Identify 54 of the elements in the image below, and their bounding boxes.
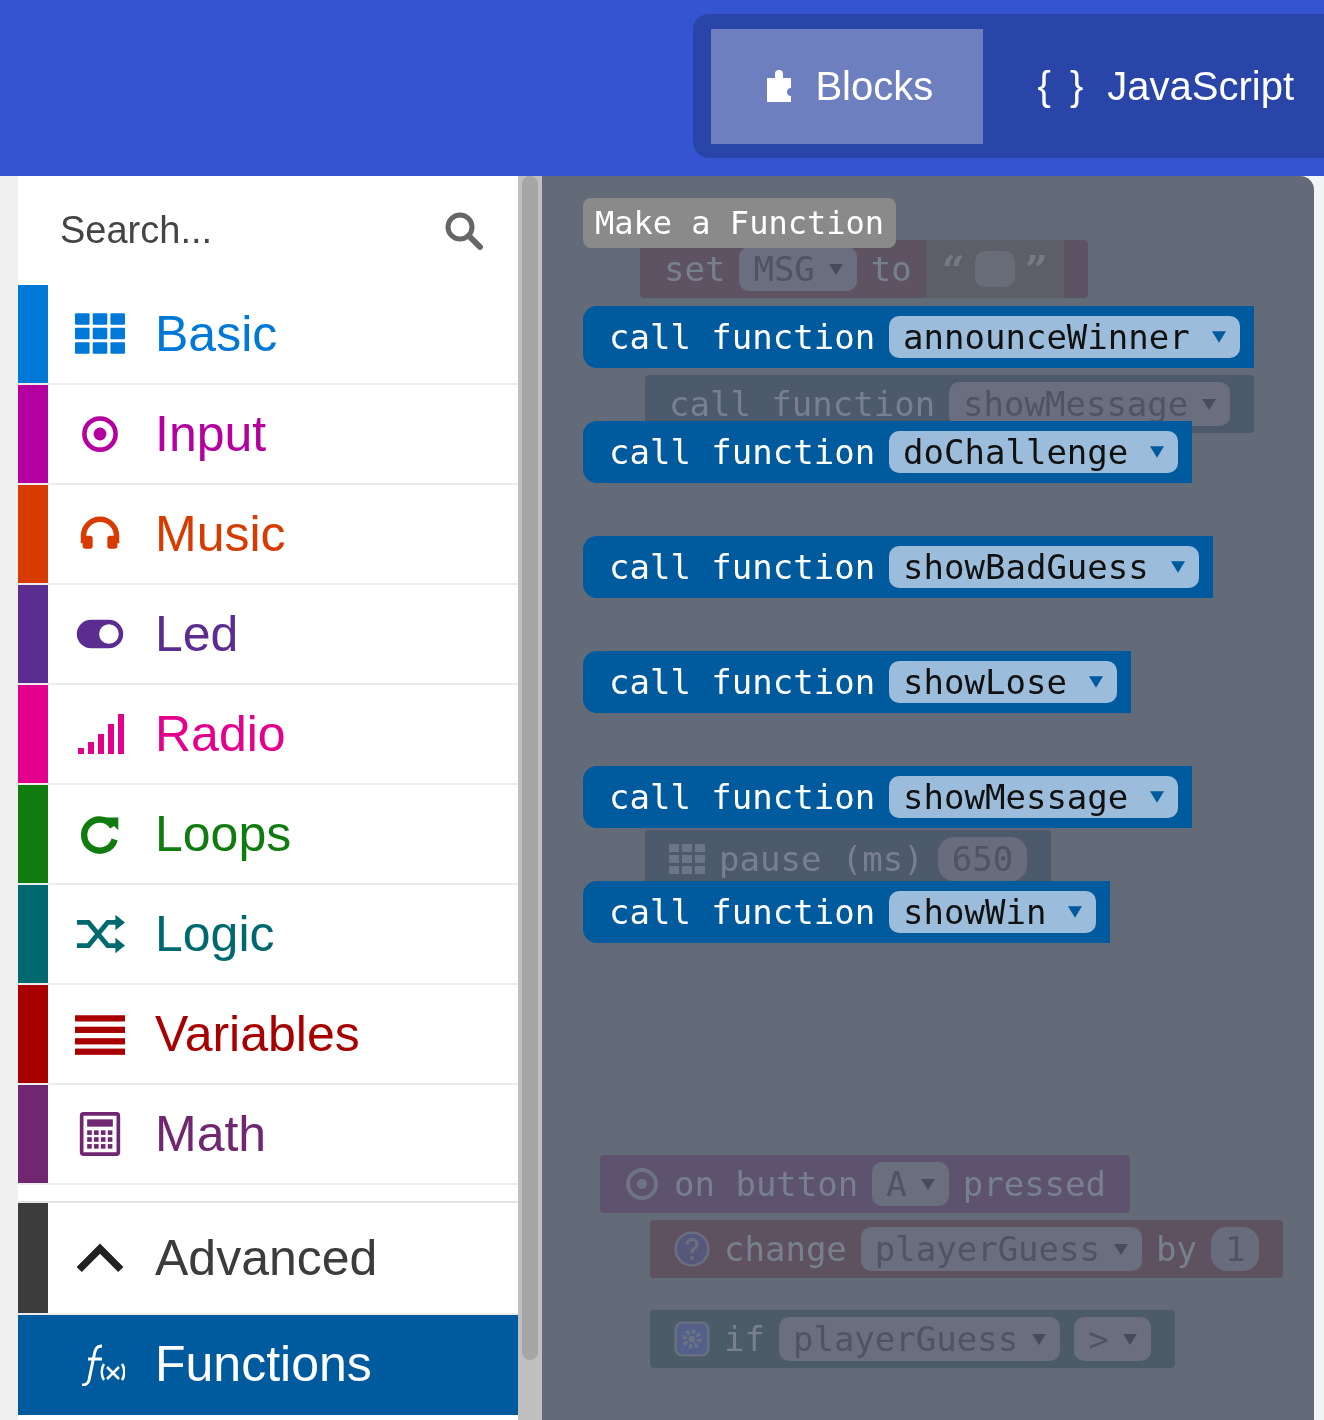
caret-icon <box>1202 398 1217 410</box>
caret-icon <box>1032 1333 1047 1345</box>
function-dropdown[interactable]: showWin <box>889 891 1097 933</box>
function-dropdown[interactable]: showMessage <box>889 776 1179 818</box>
function-dropdown[interactable]: doChallenge <box>889 431 1179 473</box>
question-mark-icon <box>674 1231 710 1267</box>
call-function-block[interactable]: call function showLose <box>583 651 1131 713</box>
category-item[interactable]: Variables <box>18 985 518 1085</box>
text-literal: “ ” <box>925 240 1064 298</box>
function-dropdown[interactable]: showBadGuess <box>889 546 1199 588</box>
category-item[interactable]: Basic <box>18 285 518 385</box>
list-lines-icon <box>75 1012 125 1056</box>
grid-icon <box>75 312 125 356</box>
category-item[interactable]: Radio <box>18 685 518 785</box>
caret-icon <box>1114 1243 1128 1255</box>
category-item[interactable]: Math <box>18 1085 518 1185</box>
search-field[interactable]: Search... <box>58 208 444 253</box>
block-label: call function <box>609 432 876 472</box>
editor-tab[interactable]: Blocks <box>711 28 984 144</box>
call-function-block[interactable]: call function showMessage <box>583 766 1193 828</box>
block-label: call function <box>609 547 876 587</box>
call-function-block[interactable]: call function announceWinner <box>583 306 1254 368</box>
category-item[interactable]: Led <box>18 585 518 685</box>
signal-icon <box>75 712 125 756</box>
category-item[interactable]: Loops <box>18 785 518 885</box>
target-icon <box>624 1166 660 1202</box>
caret-icon <box>828 263 843 275</box>
category-item[interactable]: Logic <box>18 885 518 985</box>
editor-tab[interactable]: { } JavaScript <box>983 28 1324 144</box>
caret-icon <box>1088 676 1103 688</box>
call-function-block[interactable]: call function showWin <box>583 881 1111 943</box>
caret-icon <box>1150 446 1165 458</box>
caret-icon <box>1150 791 1165 803</box>
caret-icon <box>1211 331 1226 343</box>
caret-icon <box>1122 1333 1137 1345</box>
call-function-block[interactable]: call function doChallenge <box>583 421 1193 483</box>
shuffle-icon <box>75 912 125 956</box>
category-item[interactable]: Input <box>18 385 518 485</box>
search-icon[interactable] <box>444 210 484 251</box>
gear-icon <box>674 1321 710 1357</box>
caret-icon <box>1170 561 1185 573</box>
block-label: call function <box>609 892 876 932</box>
category-item[interactable]: Music <box>18 485 518 585</box>
category-item[interactable]: Functions <box>18 1315 518 1415</box>
scrollbar-thumb[interactable] <box>522 176 538 1360</box>
function-dropdown[interactable]: showLose <box>889 661 1117 703</box>
call-function-block[interactable]: call function showBadGuess <box>583 536 1213 598</box>
caret-icon <box>920 1178 935 1190</box>
grid-icon <box>669 841 705 877</box>
block-label: call function <box>609 662 876 702</box>
function-dropdown[interactable]: announceWinner <box>889 316 1240 358</box>
caret-icon <box>1068 906 1083 918</box>
block-label: call function <box>609 317 876 357</box>
block-label: call function <box>609 777 876 817</box>
